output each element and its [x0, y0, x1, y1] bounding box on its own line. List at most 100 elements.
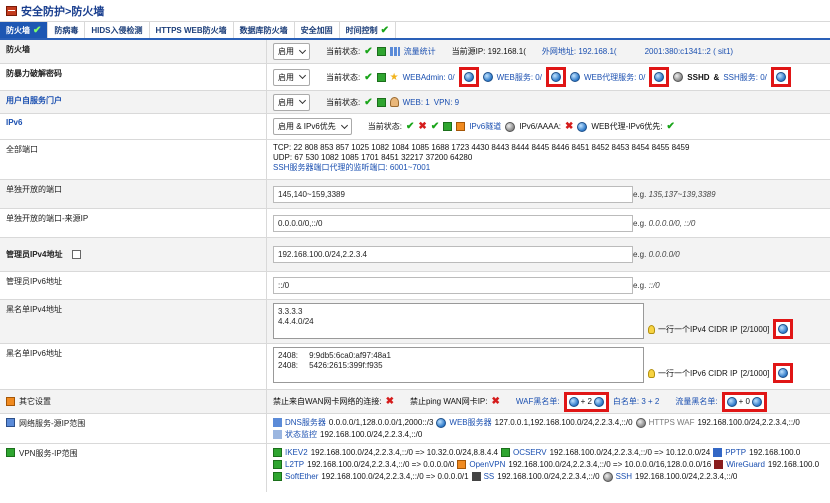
portal-select[interactable]: 启用 [273, 93, 310, 111]
blacklist-ipv6-globe-button[interactable] [772, 363, 793, 383]
row-bruteforce: 防暴力破解密码 启用 当前状态: ✔ ★ WEBAdmin: 0/ WEB服务:… [0, 64, 830, 91]
row-admin-ipv4: 管理员IPv4地址 e.g. 0.0.0.0/0 [0, 238, 830, 272]
ocserv-range: 192.168.100.0/24,2.2.3.4,::/0 => 10.12.0… [549, 448, 711, 457]
tab-label: HTTPS WEB防火墙 [155, 25, 227, 35]
row-value: 启用 当前状态: ✔ 流量统计 当前源IP: 192.168.1( 外网地址: … [267, 40, 830, 63]
wireguard-link[interactable]: WireGuard [726, 459, 765, 470]
dns-link[interactable]: DNS服务器 [285, 417, 326, 428]
firewall-select[interactable]: 启用 [273, 43, 310, 60]
waf-blacklist-link[interactable]: WAF黑名单: [516, 396, 560, 407]
row-label: 网络服务-源IP范围 [0, 414, 267, 443]
example-hint: e.g. 135,137~139,3389 [633, 190, 716, 199]
blacklist-ipv4-textarea[interactable] [273, 303, 644, 339]
tab-antivirus[interactable]: 防病毒 [48, 22, 86, 38]
status-monitor-link[interactable]: 状态监控 [285, 429, 317, 440]
chevron-down-icon [298, 96, 307, 105]
row-label: 防火墙 [0, 40, 267, 63]
example-value: 135,137~139,3389 [648, 189, 716, 199]
openvpn-range: 192.168.100.0/24,2.2.3.4,::/0 => 10.0.0.… [508, 460, 712, 469]
ss-link[interactable]: SS [484, 471, 495, 482]
tab-firewall[interactable]: 防火墙 ✔ [0, 22, 49, 38]
pptp-link[interactable]: PPTP [725, 447, 746, 458]
netservice-line: DNS服务器 0.0.0.0/1,128.0.0.0/1,2000::/3 WE… [273, 417, 800, 428]
example-prefix: e.g. [633, 281, 647, 290]
bruteforce-select[interactable]: 启用 [273, 68, 310, 86]
tab-time-control[interactable]: 时间控制 ✔ [340, 22, 397, 38]
softether-link[interactable]: SoftEther [285, 471, 318, 482]
portal-web-link[interactable]: WEB: 1 [403, 98, 430, 107]
web-link[interactable]: WEB服务器 [449, 417, 491, 428]
webproxy-globe-button[interactable] [649, 67, 670, 87]
status-label: 当前状态: [326, 47, 361, 56]
webservice-globe-button[interactable] [545, 67, 566, 87]
open-ports-src-input[interactable] [273, 214, 633, 232]
traffic-blacklist-link[interactable]: 流量黑名单: [675, 396, 717, 407]
admin-ipv4-checkbox[interactable] [72, 250, 82, 259]
chevron-down-icon [340, 121, 348, 129]
wireguard-icon [714, 460, 724, 469]
globe-icon [436, 417, 447, 428]
web-range: 127.0.0.1,192.168.100.0/24,2.2.3.4,::/0 [494, 418, 633, 427]
row-label: 其它设置 [0, 390, 267, 413]
row-label: 单独开放的端口 [0, 180, 267, 208]
openvpn-link[interactable]: OpenVPN [469, 459, 505, 470]
check-icon: ✔ [364, 71, 373, 83]
ssh-service-link[interactable]: SSH服务: 0/ [723, 72, 767, 83]
tab-label: 数据库防火墙 [239, 25, 288, 35]
webproxy-link[interactable]: WEB代理服务: 0/ [584, 72, 645, 83]
select-value: 启用 & IPv6优先 [278, 122, 336, 131]
blacklist-ipv4-globe-button[interactable] [772, 319, 793, 339]
waf-blacklist-button[interactable]: + 2 [563, 391, 609, 412]
globe-icon [777, 368, 788, 378]
admin-ipv6-input[interactable] [273, 277, 633, 294]
whitelist-link[interactable]: 白名单: 3 + 2 [613, 396, 659, 407]
softether-range: 192.168.100.0/24,2.2.3.4,::/0 => 0.0.0.0… [321, 472, 469, 481]
vpn-icon [6, 448, 15, 457]
row-ipv6: IPv6 启用 & IPv6优先 当前状态: ✔ ✖ ✔ IPv6隧道 IPv6… [0, 114, 830, 140]
portal-vpn-link[interactable]: VPN: 9 [434, 98, 459, 107]
row-netservice: 网络服务-源IP范围 DNS服务器 0.0.0.0/1,128.0.0.0/1,… [0, 414, 830, 444]
ipv6-select[interactable]: 启用 & IPv6优先 [273, 118, 352, 135]
tab-db-firewall[interactable]: 数据库防火墙 [234, 22, 295, 38]
arrow-icon [376, 97, 386, 107]
tab-hardening[interactable]: 安全加固 [295, 22, 340, 38]
ocserv-link[interactable]: OCSERV [513, 447, 547, 458]
webadmin-link[interactable]: WEBAdmin: 0/ [403, 73, 455, 82]
open-ports-input[interactable] [273, 185, 633, 203]
user-icon [389, 97, 399, 107]
shield-icon [635, 417, 646, 428]
l2tp-link[interactable]: L2TP [285, 459, 304, 470]
ssh-globe-button[interactable] [770, 67, 791, 87]
globe-icon [482, 72, 493, 82]
select-value: 启用 [278, 47, 294, 56]
admin-ipv4-input[interactable] [273, 246, 633, 263]
dns-icon [505, 121, 516, 132]
row-value: 启用 当前状态: ✔ WEB: 1 VPN: 9 [267, 91, 830, 113]
tab-hids[interactable]: HIDS入侵检测 [85, 22, 150, 38]
blacklist-ipv6-textarea[interactable] [273, 347, 644, 383]
traffic-stats-link[interactable]: 流量统计 [404, 46, 436, 57]
arrow-icon [376, 72, 386, 82]
status-range: 192.168.100.0/24,2.2.3.4,::/0 [320, 430, 423, 439]
webservice-link[interactable]: WEB服务: 0/ [497, 72, 542, 83]
ikev2-link[interactable]: IKEV2 [285, 447, 308, 458]
l2tp-icon [273, 460, 282, 469]
label-text: 管理员IPv4地址 [6, 250, 63, 259]
row-value: 启用 当前状态: ✔ ★ WEBAdmin: 0/ WEB服务: 0/ WEB代… [267, 64, 830, 90]
globe-icon [726, 396, 737, 407]
https-waf-link[interactable]: HTTPS WAF [649, 417, 695, 428]
webadmin-globe-button[interactable] [458, 67, 479, 87]
tab-https-waf[interactable]: HTTPS WEB防火墙 [150, 22, 234, 38]
traffic-blacklist-button[interactable]: + 0 [721, 391, 767, 412]
row-value: DNS服务器 0.0.0.0/1,128.0.0.0/1,2000::/3 WE… [267, 414, 830, 443]
ssh-link[interactable]: SSH [616, 471, 632, 482]
row-vpn: VPN服务-IP范围 IKEV2 192.168.100.0/24,2.2.3.… [0, 444, 830, 492]
netservice-line: 状态监控 192.168.100.0/24,2.2.3.4,::/0 [273, 429, 800, 440]
check-icon: ✔ [406, 121, 415, 132]
tab-label: 防火墙 [6, 25, 30, 35]
globe-icon [463, 72, 474, 82]
ports-list: TCP: 22 808 853 857 1025 1082 1084 1085 … [273, 143, 689, 173]
row-value: 启用 & IPv6优先 当前状态: ✔ ✖ ✔ IPv6隧道 IPv6/AAAA… [267, 114, 830, 139]
row-other: 其它设置 禁止来自WAN网卡网络的连接: ✖ 禁止ping WAN网卡IP: ✖… [0, 390, 830, 414]
ipv6-tunnel-link[interactable]: IPv6隧道 [469, 121, 501, 132]
